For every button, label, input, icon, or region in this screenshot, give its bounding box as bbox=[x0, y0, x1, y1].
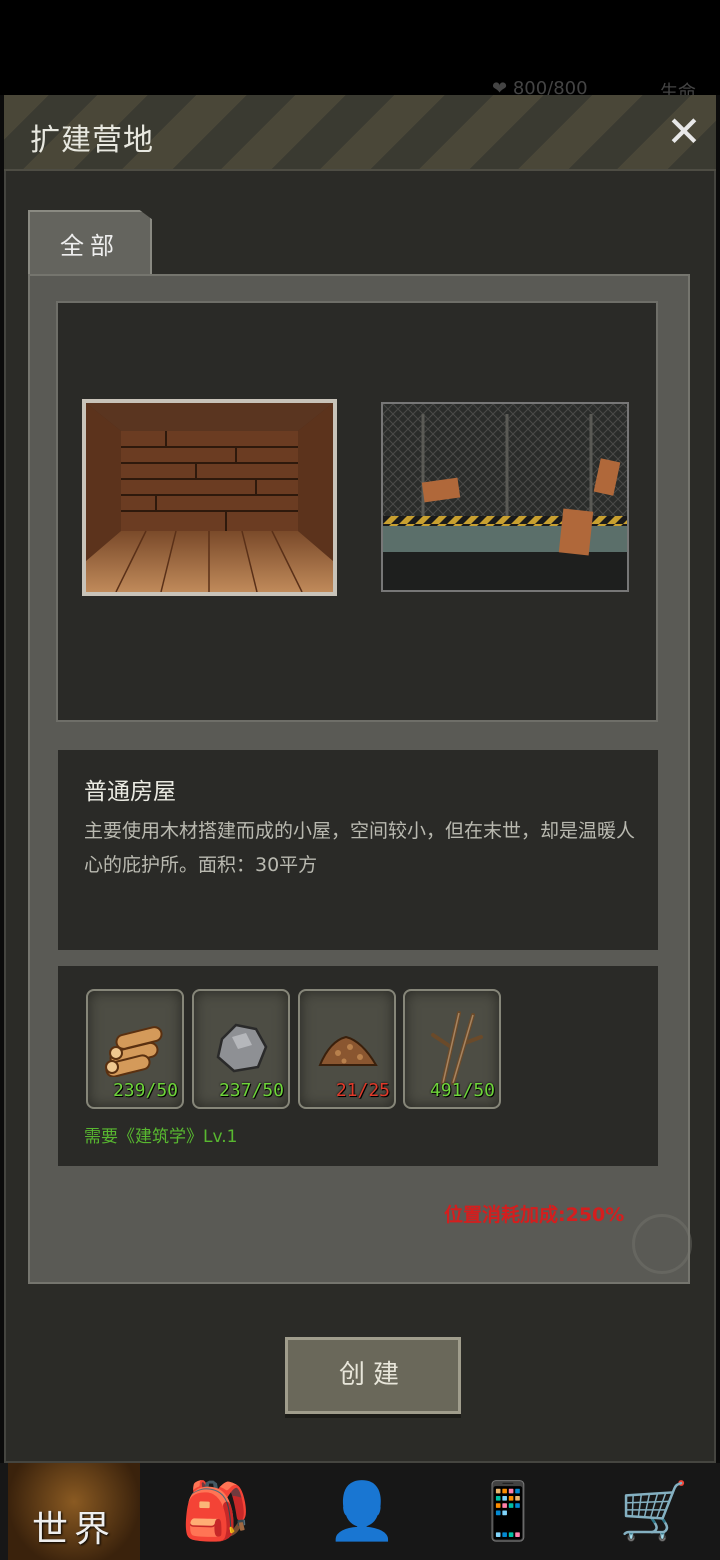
radiation-icon bbox=[632, 1214, 692, 1274]
position-cost-bonus: 位置消耗加成:250% bbox=[444, 1204, 625, 1226]
material-slot-branches[interactable]: 491/50 bbox=[403, 989, 501, 1109]
character-head-icon[interactable]: 👤 bbox=[292, 1463, 432, 1560]
material-slot-stone[interactable]: 237/50 bbox=[192, 989, 290, 1109]
dialog-title: 扩建营地 bbox=[30, 123, 154, 158]
fenced-yard-image bbox=[383, 404, 627, 590]
wood-logs-icon bbox=[105, 1026, 163, 1077]
material-count-stone: 237/50 bbox=[218, 1080, 284, 1101]
skill-requirement: 需要《建筑学》Lv.1 bbox=[84, 1127, 238, 1147]
material-slot-wood[interactable]: 239/50 bbox=[86, 989, 184, 1109]
building-description: 主要使用木材搭建而成的小屋，空间较小，但在末世，却是温暖人心的庇护所。面积：30… bbox=[84, 820, 636, 876]
building-option-fenced-yard[interactable] bbox=[381, 402, 629, 592]
divider bbox=[58, 950, 658, 966]
material-count-wood: 239/50 bbox=[112, 1080, 178, 1101]
wooden-room-image bbox=[86, 403, 333, 592]
branches-icon bbox=[431, 1011, 483, 1085]
material-count-dirt: 21/25 bbox=[335, 1080, 390, 1101]
close-button[interactable]: ✕ bbox=[664, 110, 704, 154]
phone-icon[interactable]: 📱 bbox=[438, 1463, 578, 1560]
create-button[interactable]: 创建 bbox=[285, 1337, 461, 1414]
material-slot-dirt[interactable]: 21/25 bbox=[298, 989, 396, 1109]
nav-world-label: 世界 bbox=[31, 1509, 116, 1550]
backpack-icon[interactable]: 🎒 bbox=[146, 1463, 286, 1560]
shop-cart-icon[interactable]: 🛒 bbox=[584, 1463, 720, 1560]
stone-icon bbox=[216, 1023, 268, 1073]
building-name: 普通房屋 bbox=[84, 779, 176, 805]
dirt-pile-icon bbox=[318, 1035, 378, 1066]
building-option-wooden-house[interactable] bbox=[82, 399, 337, 596]
status-bar bbox=[0, 0, 720, 95]
material-count-branches: 491/50 bbox=[429, 1080, 495, 1101]
tab-all-label: 全部 bbox=[60, 232, 120, 260]
